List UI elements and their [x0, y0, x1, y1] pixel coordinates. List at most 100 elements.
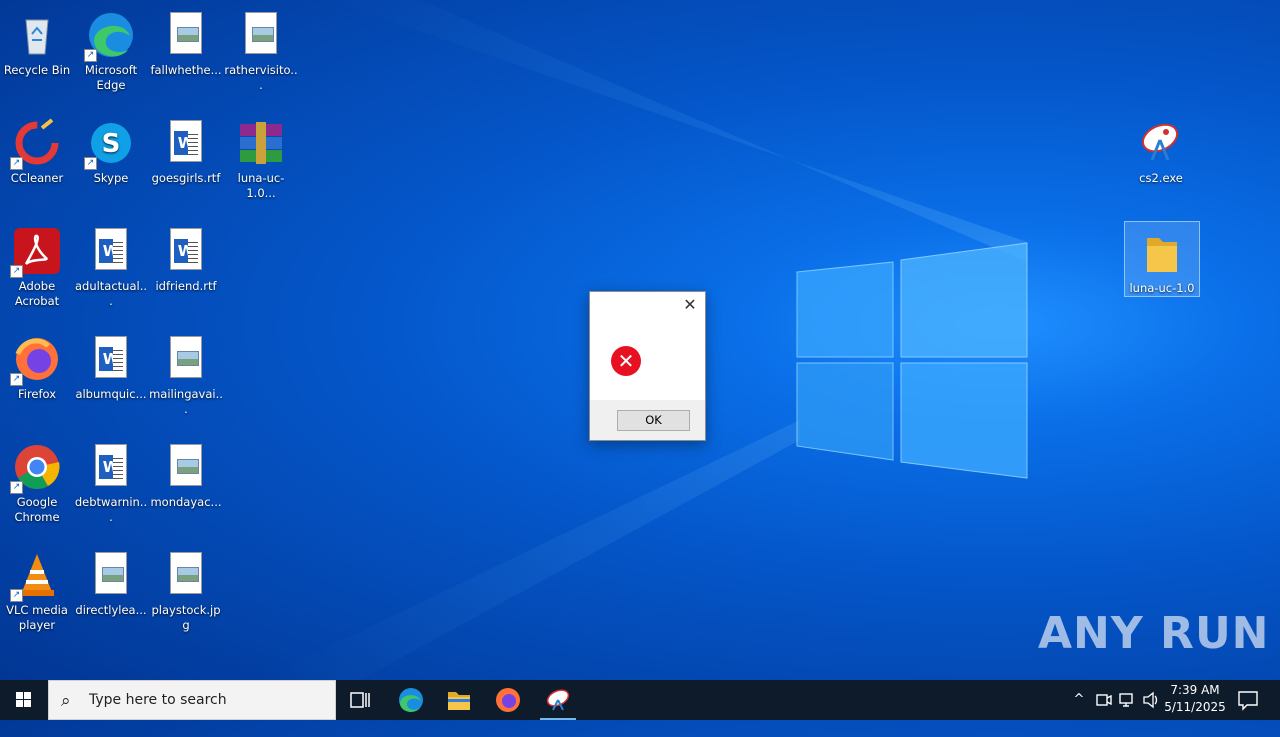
desktop-icon-image-file[interactable]: fallwhethe... [149, 4, 223, 78]
taskbar-edge[interactable] [387, 680, 435, 720]
icon-label: Google Chrome [14, 495, 60, 524]
icon-label: mailingavai... [149, 387, 223, 416]
windows-logo-icon [16, 692, 31, 707]
icon-label: rathervisito... [224, 63, 298, 92]
image-file-icon [161, 334, 211, 384]
task-view-button[interactable] [336, 680, 384, 720]
word-document-icon: W [86, 226, 136, 276]
desktop-icon-image-file[interactable]: mailingavai... [149, 328, 223, 417]
desktop: Recycle Bin ↗ CCleaner ↗ Adobe Acrobat ↗… [0, 0, 1280, 680]
desktop-icon-microsoft-edge[interactable]: ↗ Microsoft Edge [74, 4, 148, 93]
taskbar-search-box[interactable]: ⌕ Type here to search [48, 680, 336, 720]
edge-icon [399, 688, 423, 712]
icon-label: CCleaner [10, 171, 64, 185]
ccleaner-icon: ↗ [10, 118, 62, 170]
network-icon[interactable] [1116, 680, 1138, 720]
system-clock[interactable]: 7:39 AM 5/11/2025 [1162, 682, 1228, 716]
icon-label: fallwhethe... [150, 63, 222, 77]
word-document-icon: W [86, 334, 136, 384]
start-button[interactable] [0, 680, 48, 720]
error-dialog: ✕ ✕ OK [589, 291, 706, 441]
vlc-cone-icon: ↗ [10, 550, 62, 602]
desktop-icon-skype[interactable]: S ↗ Skype [74, 112, 148, 186]
desktop-icon-word-doc[interactable]: W goesgirls.rtf [149, 112, 223, 186]
speaker-icon [1143, 691, 1158, 709]
icon-label: Skype [93, 171, 129, 185]
desktop-icon-word-doc[interactable]: W adultactual... [74, 220, 148, 309]
shortcut-arrow-icon: ↗ [10, 265, 23, 278]
clock-date: 5/11/2025 [1164, 700, 1226, 714]
icon-label: goesgirls.rtf [151, 171, 221, 185]
word-document-icon: W [161, 226, 211, 276]
icon-label: Recycle Bin [3, 63, 71, 77]
desktop-icon-recycle-bin[interactable]: Recycle Bin [0, 4, 74, 78]
search-placeholder: Type here to search [89, 692, 227, 708]
meet-now-icon[interactable] [1092, 680, 1114, 720]
desktop-icon-winrar-archive[interactable]: luna-uc-1.0... [224, 112, 298, 201]
edge-icon: ↗ [84, 10, 136, 62]
chrome-icon: ↗ [10, 442, 62, 494]
task-view-icon [350, 692, 370, 708]
taskbar-file-explorer[interactable] [435, 680, 483, 720]
volume-icon[interactable] [1140, 680, 1162, 720]
satellite-dish-icon [1136, 118, 1186, 168]
watermark-text: ANY RUN [1038, 608, 1270, 659]
firefox-icon: ↗ [10, 334, 62, 386]
icon-label: playstock.jpg [151, 603, 221, 632]
error-icon: ✕ [611, 346, 641, 376]
winrar-archive-icon [236, 118, 286, 168]
image-file-icon [86, 550, 136, 600]
icon-label: Firefox [17, 387, 57, 401]
image-file-icon [236, 10, 286, 60]
icon-label: directlylea... [75, 603, 147, 617]
image-file-icon [161, 10, 211, 60]
firefox-icon [496, 688, 520, 712]
icon-label: mondayac... [150, 495, 222, 509]
desktop-icon-vlc[interactable]: ↗ VLC media player [0, 544, 74, 633]
shortcut-arrow-icon: ↗ [84, 49, 97, 62]
image-file-icon [161, 442, 211, 492]
desktop-icon-cs2-exe[interactable]: cs2.exe [1124, 112, 1198, 186]
desktop-icon-google-chrome[interactable]: ↗ Google Chrome [0, 436, 74, 525]
clock-time: 7:39 AM [1170, 683, 1220, 697]
show-hidden-icons-chevron[interactable]: ^ [1068, 680, 1090, 720]
desktop-icon-image-file[interactable]: mondayac... [149, 436, 223, 510]
desktop-icon-firefox[interactable]: ↗ Firefox [0, 328, 74, 402]
desktop-icon-ccleaner[interactable]: ↗ CCleaner [0, 112, 74, 186]
icon-label: idfriend.rtf [155, 279, 217, 293]
network-icon-glyph [1119, 693, 1133, 707]
icon-label: adultactual... [74, 279, 148, 308]
adobe-acrobat-icon: ↗ [10, 226, 62, 278]
desktop-icon-word-doc[interactable]: W debtwarnin... [74, 436, 148, 525]
svg-text:S: S [102, 129, 121, 159]
desktop-icon-folder[interactable]: luna-uc-1.0 [1124, 221, 1200, 297]
icon-label: Microsoft Edge [84, 63, 138, 92]
desktop-icon-adobe-acrobat[interactable]: ↗ Adobe Acrobat [0, 220, 74, 309]
desktop-icon-word-doc[interactable]: W idfriend.rtf [149, 220, 223, 294]
desktop-icon-image-file[interactable]: rathervisito... [224, 4, 298, 93]
camera-icon [1096, 694, 1112, 706]
shortcut-arrow-icon: ↗ [10, 157, 23, 170]
desktop-icon-word-doc[interactable]: W albumquic... [74, 328, 148, 402]
icon-label: cs2.exe [1139, 171, 1183, 185]
action-center-button[interactable] [1232, 680, 1264, 720]
folder-icon [448, 692, 470, 710]
image-file-icon [161, 550, 211, 600]
word-document-icon: W [161, 118, 211, 168]
shortcut-arrow-icon: ↗ [10, 589, 23, 602]
icon-label: Adobe Acrobat [14, 279, 60, 308]
icon-label: VLC media player [6, 603, 68, 632]
satellite-dish-icon [546, 689, 570, 711]
close-icon[interactable]: ✕ [683, 297, 697, 313]
icon-label: albumquic... [75, 387, 147, 401]
notification-icon [1238, 691, 1258, 711]
ok-button[interactable]: OK [617, 410, 690, 431]
icon-label: luna-uc-1.0... [237, 171, 285, 200]
recycle-bin-icon [12, 10, 62, 60]
word-document-icon: W [86, 442, 136, 492]
desktop-icon-image-file[interactable]: directlylea... [74, 544, 148, 618]
desktop-icon-image-file[interactable]: playstock.jpg [149, 544, 223, 633]
taskbar-firefox[interactable] [484, 680, 532, 720]
icon-label: debtwarnin... [74, 495, 148, 524]
taskbar-cs2-app[interactable] [534, 680, 582, 720]
